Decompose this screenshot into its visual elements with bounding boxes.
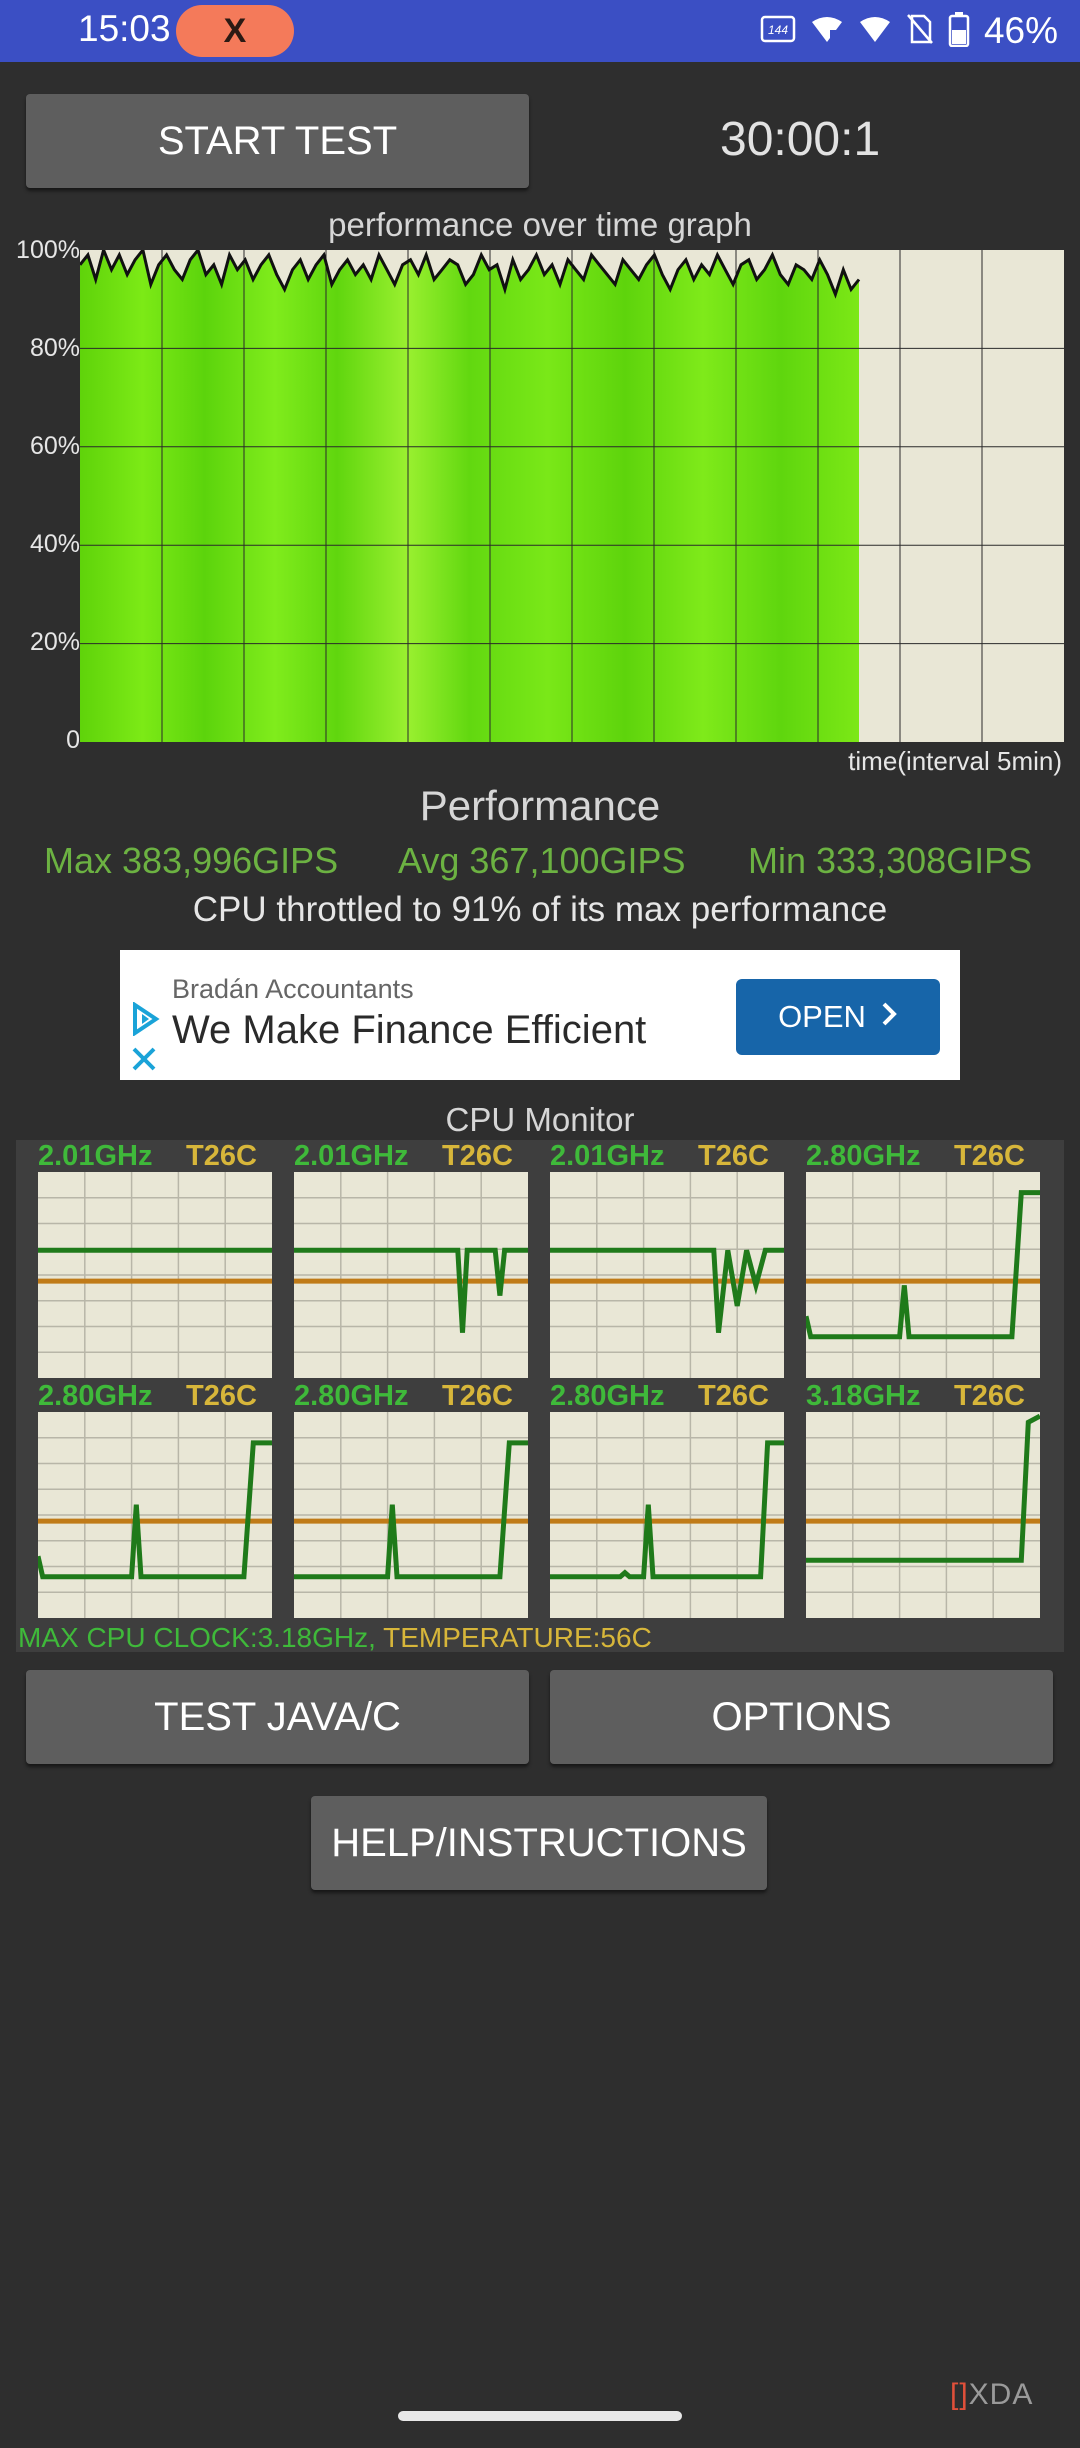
core-graph [38, 1172, 272, 1378]
core-graph [806, 1172, 1040, 1378]
core-temperature: T26C [698, 1380, 769, 1412]
performance-title: Performance [419, 782, 661, 829]
y-tick-60: 60% [29, 432, 80, 460]
core-temperature: T26C [698, 1140, 769, 1172]
svg-text:144: 144 [768, 23, 788, 37]
core-frequency: 2.80GHz [806, 1140, 921, 1172]
graph-x-label: time(interval 5min) [848, 746, 1062, 776]
max-temperature: TEMPERATURE:56C [375, 1622, 652, 1653]
wifi-icon [858, 14, 892, 49]
cpu-footer: MAX CPU CLOCK:3.18GHz, TEMPERATURE:56C [18, 1622, 652, 1654]
xda-logo-icon: [] [950, 2378, 969, 2411]
battery-icon [948, 11, 970, 52]
y-tick-0: 0 [66, 726, 80, 754]
core-graph [806, 1412, 1040, 1618]
hotspot-icon [810, 14, 844, 49]
core-temperature: T26C [442, 1140, 513, 1172]
test-java-c-button[interactable]: TEST JAVA/C [26, 1670, 529, 1764]
performance-graph [80, 250, 1064, 742]
core-frequency: 2.80GHz [38, 1380, 153, 1412]
x-app-badge[interactable]: X [176, 5, 294, 57]
core-graph [294, 1172, 528, 1378]
graph-title: performance over time graph [328, 206, 752, 243]
start-test-button[interactable]: START TEST [26, 94, 529, 188]
core-graph [550, 1172, 784, 1378]
x-app-badge-label: X [223, 11, 247, 50]
core-frequency: 2.80GHz [550, 1380, 665, 1412]
core-temperature: T26C [954, 1380, 1025, 1412]
chevron-right-icon [880, 999, 898, 1035]
core-graph [38, 1412, 272, 1618]
core-frequency: 2.01GHz [38, 1140, 153, 1172]
core-frequency: 2.01GHz [550, 1140, 665, 1172]
ad-choices-icon[interactable] [130, 1001, 160, 1041]
help-instructions-button[interactable]: HELP/INSTRUCTIONS [311, 1796, 767, 1890]
core-temperature: T26C [954, 1140, 1025, 1172]
performance-area [80, 250, 859, 742]
perf-min: Min 333,308GIPS [748, 840, 1033, 881]
cpu-monitor-title: CPU Monitor [445, 1101, 635, 1138]
status-icons: 144 46% [760, 10, 1058, 52]
core-temperature: T26C [186, 1380, 257, 1412]
hz-icon: 144 [760, 14, 796, 49]
ad-banner[interactable]: Bradán Accountants We Make Finance Effic… [120, 950, 960, 1080]
core-frequency: 3.18GHz [806, 1380, 921, 1412]
perf-max: Max 383,996GIPS [44, 840, 339, 881]
max-cpu-clock: MAX CPU CLOCK:3.18GHz, [18, 1622, 376, 1653]
y-tick-80: 80% [29, 334, 80, 362]
options-button[interactable]: OPTIONS [550, 1670, 1053, 1764]
status-bar: 15:03 X 144 46% [0, 0, 1080, 62]
no-sim-icon [906, 13, 934, 50]
ad-close-icon[interactable] [130, 1045, 158, 1078]
throttle-text: CPU throttled to 91% of its max performa… [192, 890, 888, 929]
ad-open-button[interactable]: OPEN [736, 979, 940, 1055]
status-clock: 15:03 [78, 8, 171, 49]
battery-percent: 46% [983, 10, 1058, 51]
ad-advertiser: Bradán Accountants [172, 974, 414, 1004]
ad-headline: We Make Finance Efficient [172, 1008, 647, 1052]
ad-open-label: OPEN [778, 999, 866, 1034]
y-tick-40: 40% [29, 530, 80, 558]
core-frequency: 2.80GHz [294, 1380, 409, 1412]
core-graph [550, 1412, 784, 1618]
test-timer: 30:00:1 [720, 113, 881, 166]
y-tick-20: 20% [29, 628, 80, 656]
xda-watermark-text: XDA [968, 2378, 1034, 2411]
core-temperature: T26C [442, 1380, 513, 1412]
y-tick-100: 100% [16, 236, 80, 264]
perf-avg: Avg 367,100GIPS [398, 840, 686, 881]
core-graph [294, 1412, 528, 1618]
home-gesture-bar[interactable] [398, 2411, 682, 2421]
core-frequency: 2.01GHz [294, 1140, 409, 1172]
core-temperature: T26C [186, 1140, 257, 1172]
xda-watermark: []XDA [950, 2378, 1033, 2412]
